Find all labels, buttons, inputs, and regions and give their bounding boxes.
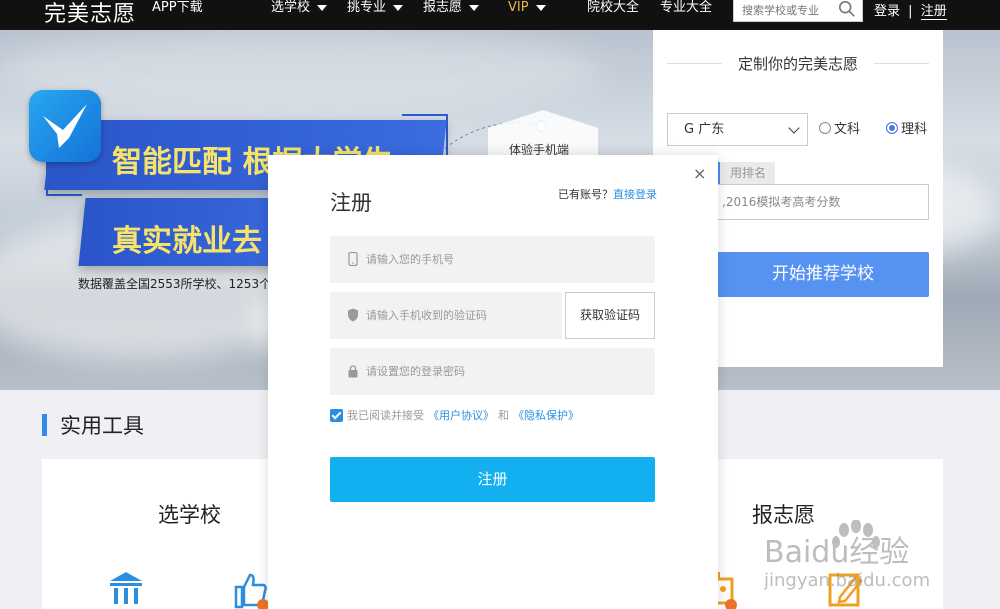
user-agreement-link[interactable]: 《用户协议》 xyxy=(428,407,494,423)
top-nav-bar: 完美志愿 APP下载 选学校 挑专业 报志愿 VIP 院校大全 专业大全 登录 … xyxy=(0,0,1000,30)
close-icon[interactable]: × xyxy=(693,164,706,183)
thumbs-up-icon[interactable] xyxy=(230,569,270,609)
phone-icon xyxy=(348,252,358,266)
agree-text: 我已阅读并接受 xyxy=(347,409,424,422)
radio-like-label: 理科 xyxy=(901,122,928,137)
register-link[interactable]: 注册 xyxy=(920,0,947,20)
baidu-watermark: Baidu经验 jingyan.baidu.com xyxy=(764,520,930,591)
province-value: G 广东 xyxy=(684,122,725,137)
direct-login-link[interactable]: 直接登录 xyxy=(613,188,657,201)
search-icon[interactable] xyxy=(838,0,856,18)
recommend-school-button[interactable]: 开始推荐学校 xyxy=(717,252,929,297)
province-select[interactable]: G 广东 xyxy=(667,113,808,146)
site-logo[interactable]: 完美志愿 xyxy=(44,0,136,28)
tools-section-title: 实用工具 xyxy=(60,414,144,438)
login-link[interactable]: 登录 xyxy=(874,0,900,19)
agreement-row: 我已阅读并接受 《用户协议》 和 《隐私保护》 xyxy=(330,407,579,423)
tool-heading-select-school: 选学校 xyxy=(158,503,221,527)
nav-choose-major-label: 挑专业 xyxy=(347,0,387,15)
lock-icon xyxy=(348,365,358,378)
nav-vip[interactable]: VIP xyxy=(508,0,546,30)
app-logo-icon xyxy=(29,90,101,162)
score-input[interactable]: ,2016模拟考高考分数 xyxy=(717,184,929,220)
and-text: 和 xyxy=(498,409,509,422)
nav-vip-label: VIP xyxy=(508,0,529,15)
shield-icon xyxy=(348,308,358,322)
radio-like[interactable]: 理科 xyxy=(886,118,927,137)
login-hint: 已有账号？直接登录 xyxy=(558,186,657,202)
chevron-down-icon xyxy=(393,5,404,11)
code-placeholder: 请输入手机收到的验证码 xyxy=(366,309,487,322)
code-field[interactable]: 请输入手机收到的验证码 xyxy=(330,292,562,339)
university-icon[interactable] xyxy=(106,569,146,609)
crane-icon xyxy=(43,104,87,148)
radio-wenke[interactable]: 文科 xyxy=(819,118,860,137)
search-input[interactable] xyxy=(734,0,834,22)
register-modal: 注册 已有账号？直接登录 × 请输入您的手机号 请输入手机收到的验证码 获取验证… xyxy=(268,155,718,609)
modal-title: 注册 xyxy=(330,191,372,215)
nav-apply-label: 报志愿 xyxy=(423,0,463,15)
nav-select-school-label: 选学校 xyxy=(271,0,311,15)
auth-links: 登录 | 注册 xyxy=(874,0,947,20)
nav-select-school[interactable]: 选学校 xyxy=(271,0,328,30)
rank-tab[interactable]: 用排名 xyxy=(717,162,775,184)
radio-wenke-label: 文科 xyxy=(834,122,861,137)
chevron-down-icon xyxy=(469,5,480,11)
watermark-brand: Baidu经验 xyxy=(764,535,909,570)
password-field[interactable]: 请设置您的登录密码 xyxy=(330,348,655,395)
nav-apply[interactable]: 报志愿 xyxy=(423,0,480,30)
nav-major-directory[interactable]: 专业大全 xyxy=(660,0,712,30)
privacy-link[interactable]: 《隐私保护》 xyxy=(513,407,579,423)
hero-subtext: 数据覆盖全国2553所学校、1253个 xyxy=(78,277,272,291)
agree-checkbox[interactable] xyxy=(330,408,343,422)
panel-title: 定制你的完美志愿 xyxy=(737,55,858,73)
radio-dot-selected xyxy=(886,121,898,134)
auth-separator: | xyxy=(908,4,913,19)
password-placeholder: 请设置您的登录密码 xyxy=(366,365,465,378)
banner-headline-2: 真实就业去 xyxy=(112,224,262,259)
radio-dot xyxy=(819,121,831,134)
search-box xyxy=(733,0,863,22)
chevron-down-icon xyxy=(788,122,800,134)
nav-college-directory[interactable]: 院校大全 xyxy=(587,0,639,30)
app-download-link[interactable]: APP下载 xyxy=(152,0,203,30)
get-code-button[interactable]: 获取验证码 xyxy=(565,292,655,339)
watermark-url: jingyan.baidu.com xyxy=(764,570,930,591)
register-submit-button[interactable]: 注册 xyxy=(330,457,655,502)
nav-choose-major[interactable]: 挑专业 xyxy=(347,0,404,30)
login-hint-text: 已有账号？ xyxy=(558,188,613,201)
chevron-down-icon xyxy=(317,5,328,11)
section-accent-bar xyxy=(42,414,47,436)
chevron-down-icon xyxy=(535,5,546,11)
phone-field[interactable]: 请输入您的手机号 xyxy=(330,236,655,283)
phone-placeholder: 请输入您的手机号 xyxy=(366,253,454,266)
